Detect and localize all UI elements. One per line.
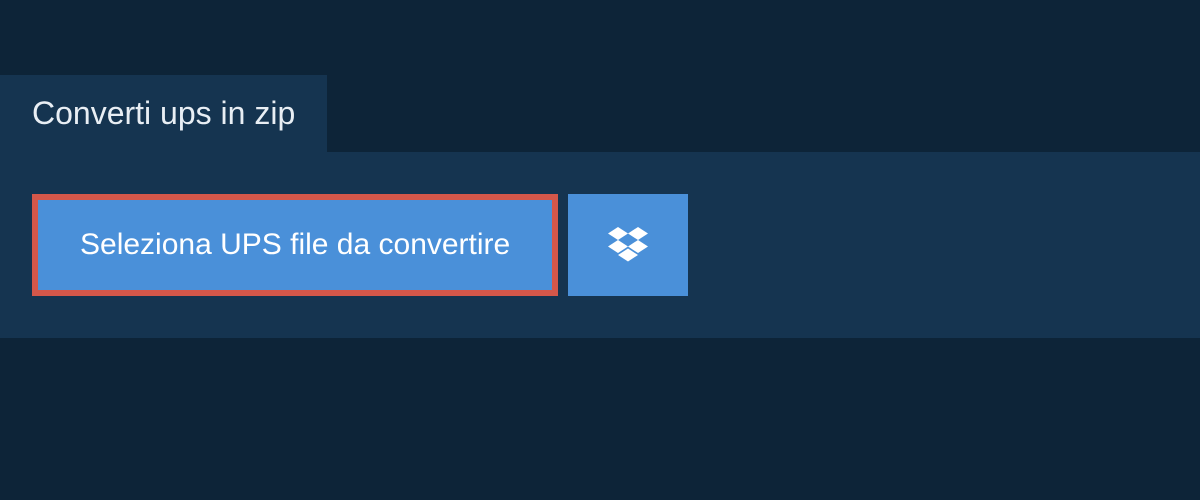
button-row: Seleziona UPS file da convertire <box>32 194 1168 296</box>
select-file-button[interactable]: Seleziona UPS file da convertire <box>32 194 558 296</box>
dropbox-icon <box>608 227 648 263</box>
tab-convert[interactable]: Converti ups in zip <box>0 75 327 152</box>
dropbox-button[interactable] <box>568 194 688 296</box>
content-panel: Seleziona UPS file da convertire <box>0 152 1200 338</box>
